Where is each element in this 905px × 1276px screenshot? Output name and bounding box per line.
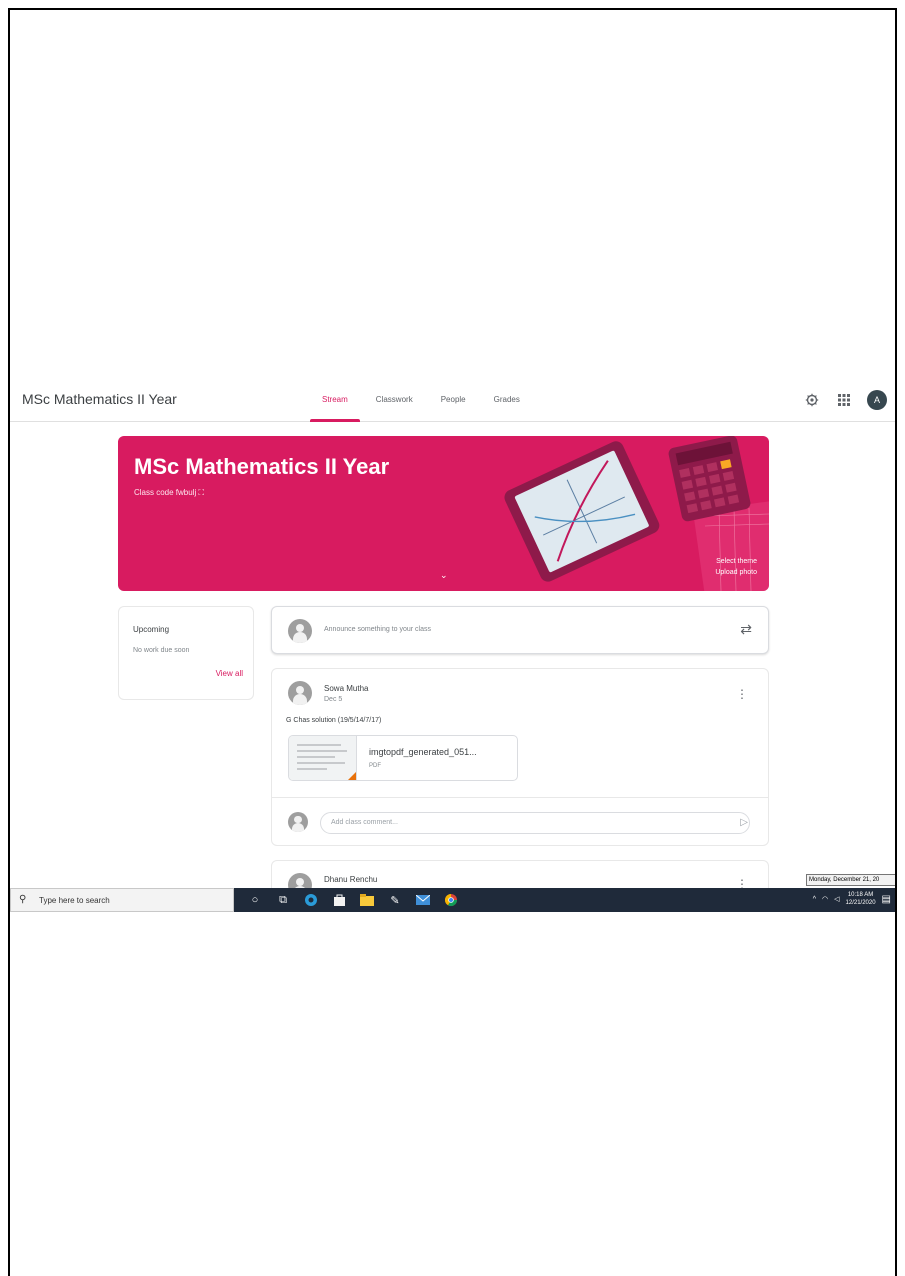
select-theme-link[interactable]: Select theme — [715, 556, 757, 567]
upcoming-title: Upcoming — [133, 625, 170, 634]
chrome-icon[interactable] — [442, 891, 460, 909]
chevron-down-icon[interactable]: ⌄ — [440, 570, 448, 581]
attachment-type: PDF — [369, 763, 381, 769]
post-text: G Chas solution (19/5/14/7/17) — [286, 717, 382, 724]
class-title[interactable]: MSc Mathematics II Year — [22, 391, 177, 407]
tab-stream[interactable]: Stream — [308, 380, 362, 422]
view-all-link[interactable]: View all — [216, 669, 243, 678]
system-tray: ^ ◠ ◁ 10:18 AM 12/21/2020 ▤ — [813, 891, 891, 907]
attachment-name: imgtopdf_generated_051... — [369, 747, 477, 757]
taskbar-search[interactable]: ⚲ Type here to search — [10, 888, 234, 912]
screenshot-screen: MSc Mathematics II Year Stream Classwork… — [10, 380, 895, 912]
banner-links: Select theme Upload photo — [715, 556, 757, 578]
tab-people[interactable]: People — [427, 380, 480, 422]
system-clock[interactable]: 10:18 AM 12/21/2020 — [846, 891, 876, 907]
avatar — [288, 812, 308, 832]
class-banner: MSc Mathematics II Year Class code fwbul… — [118, 436, 769, 591]
top-app-bar: MSc Mathematics II Year Stream Classwork… — [10, 380, 895, 422]
file-explorer-icon[interactable] — [358, 891, 376, 909]
network-icon[interactable]: ◠ — [822, 895, 828, 903]
clock-time: 10:18 AM — [847, 892, 874, 898]
avatar — [288, 619, 312, 643]
post-author: Dhanu Renchu — [324, 875, 378, 884]
pdf-thumbnail — [289, 736, 357, 780]
pen-icon[interactable]: ✎ — [386, 891, 404, 909]
avatar — [288, 681, 312, 705]
windows-taskbar: ⚲ Type here to search ○ ⧉ ✎ ^ ◠ ◁ 10:18 … — [10, 888, 895, 912]
date-tooltip: Monday, December 21, 20 — [806, 874, 895, 886]
comment-input[interactable]: Add class comment... — [320, 812, 750, 834]
repost-icon[interactable]: ⇄ — [740, 621, 752, 638]
mail-icon[interactable] — [414, 891, 432, 909]
class-code[interactable]: Class code fwbulj ⛶ — [134, 488, 204, 498]
search-icon: ⚲ — [19, 894, 27, 905]
upload-photo-link[interactable]: Upload photo — [715, 567, 757, 578]
tab-classwork[interactable]: Classwork — [362, 380, 427, 422]
apps-grid-icon[interactable] — [835, 391, 853, 409]
edge-icon[interactable] — [302, 891, 320, 909]
clock-date: 12/21/2020 — [845, 900, 876, 906]
announce-placeholder[interactable]: Announce something to your class — [324, 626, 431, 633]
attachment-card[interactable]: imgtopdf_generated_051... PDF — [288, 735, 518, 781]
announce-box[interactable]: Announce something to your class ⇄ — [271, 606, 769, 654]
taskbar-search-placeholder: Type here to search — [39, 896, 110, 905]
settings-icon[interactable] — [803, 391, 821, 409]
notification-icon[interactable]: ▤ — [882, 894, 891, 905]
top-icons: A — [803, 390, 887, 410]
cortana-icon[interactable]: ○ — [246, 891, 264, 909]
more-vert-icon[interactable]: ⋮ — [736, 687, 748, 701]
upcoming-empty-text: No work due soon — [133, 647, 190, 654]
banner-title: MSc Mathematics II Year — [134, 454, 390, 479]
chevron-up-icon[interactable]: ^ — [813, 896, 816, 903]
post-date: Dec 5 — [324, 696, 343, 703]
post-author: Sowa Mutha — [324, 684, 369, 693]
stream-post: Sowa Mutha Dec 5 ⋮ G Chas solution (19/5… — [271, 668, 769, 846]
task-view-icon[interactable]: ⧉ — [274, 891, 292, 909]
store-icon[interactable] — [330, 891, 348, 909]
tab-grades[interactable]: Grades — [480, 380, 534, 422]
nav-tabs: Stream Classwork People Grades — [308, 380, 534, 422]
upcoming-card: Upcoming No work due soon View all — [118, 606, 254, 700]
account-avatar[interactable]: A — [867, 390, 887, 410]
volume-icon[interactable]: ◁ — [834, 895, 839, 903]
taskbar-apps: ○ ⧉ ✎ — [246, 891, 460, 909]
comment-row: Add class comment... ▷ — [272, 797, 768, 845]
send-icon[interactable]: ▷ — [740, 817, 748, 828]
